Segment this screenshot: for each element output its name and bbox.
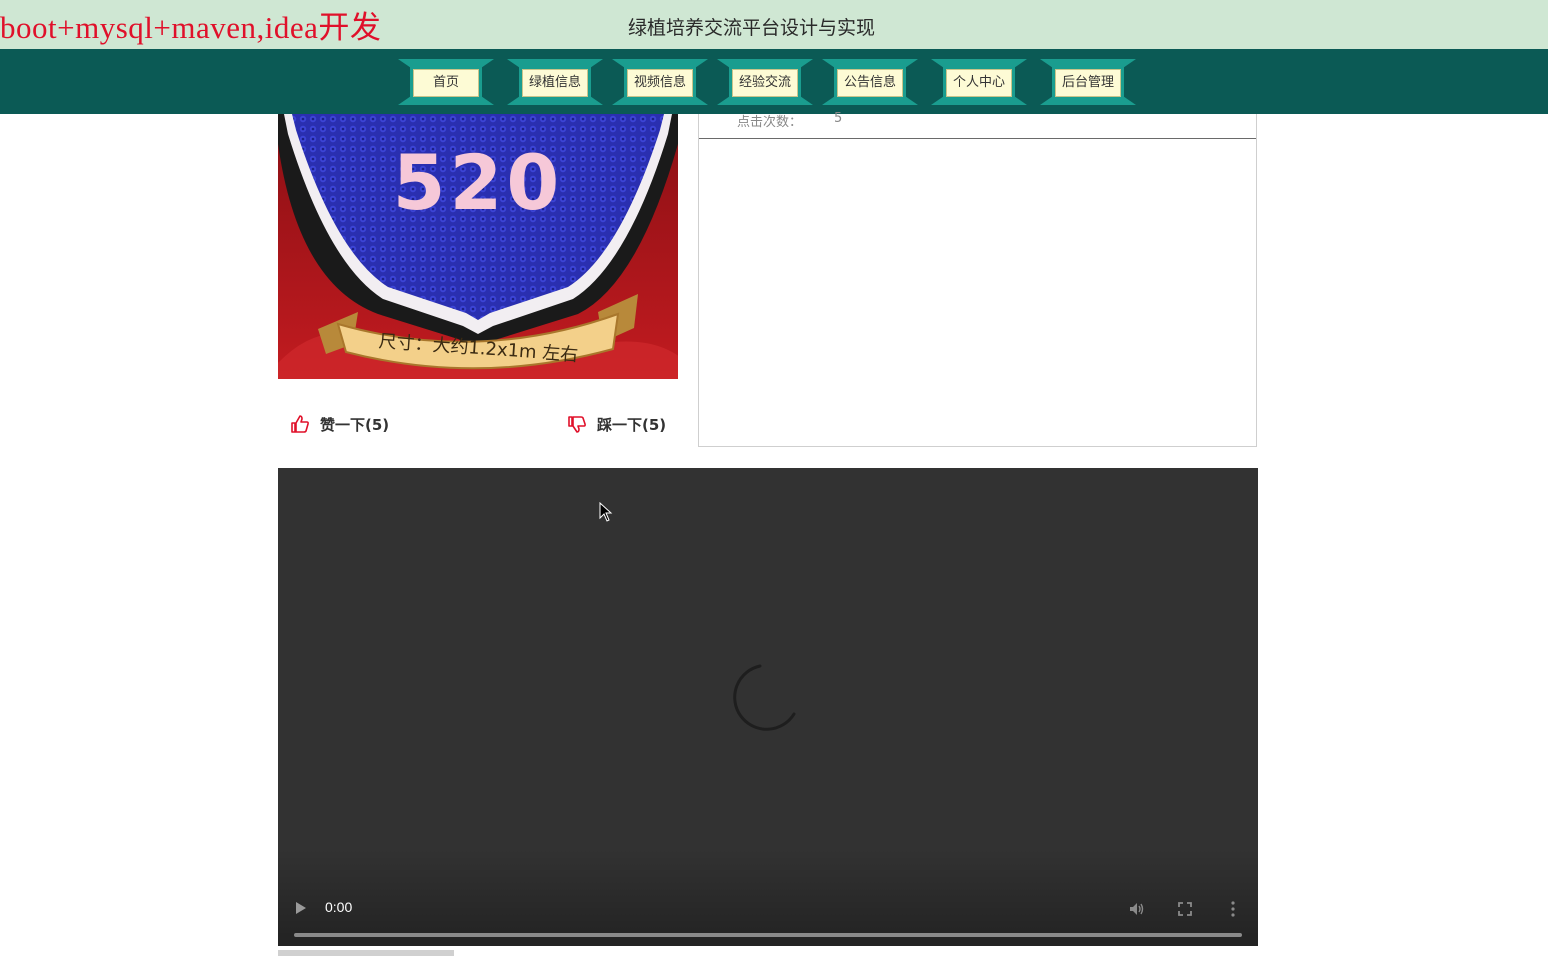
thumbs-up-icon xyxy=(291,415,309,433)
horizontal-scrollbar[interactable] xyxy=(0,946,1548,968)
image-number-text: 520 xyxy=(393,138,564,227)
nav-item-home[interactable]: 首页 xyxy=(398,59,494,105)
like-button[interactable]: 赞一下(5) xyxy=(290,412,389,436)
nav-item-experience[interactable]: 经验交流 xyxy=(717,59,813,105)
video-controls-gradient xyxy=(278,848,1258,958)
nav-item-label: 公告信息 xyxy=(837,69,903,97)
video-player[interactable]: 0:00 xyxy=(278,468,1258,958)
nav-item-plant-info[interactable]: 绿植信息 xyxy=(507,59,603,105)
click-count-value: 5 xyxy=(834,111,843,126)
watermark-text: boot+mysql+maven,idea开发 xyxy=(0,10,382,45)
nav-item-label: 经验交流 xyxy=(732,69,798,97)
nav-item-video-info[interactable]: 视频信息 xyxy=(612,59,708,105)
video-progress-bar[interactable] xyxy=(294,933,1242,937)
nav-item-label: 绿植信息 xyxy=(522,69,588,97)
site-title: 绿植培养交流平台设计与实现 xyxy=(628,17,876,39)
top-bar: boot+mysql+maven,idea开发 绿植培养交流平台设计与实现 xyxy=(0,0,1548,49)
detail-info-panel: 点击次数： 5 xyxy=(698,111,1257,447)
nav-item-announcements[interactable]: 公告信息 xyxy=(822,59,918,105)
dislike-button[interactable]: 踩一下(5) xyxy=(567,412,666,436)
more-options-icon[interactable] xyxy=(1224,900,1242,918)
nav-item-label: 后台管理 xyxy=(1055,69,1121,97)
mouse-cursor-icon xyxy=(599,502,613,522)
nav-item-personal-center[interactable]: 个人中心 xyxy=(931,59,1027,105)
video-time: 0:00 xyxy=(325,899,353,915)
volume-icon[interactable] xyxy=(1128,900,1146,918)
nav-item-admin[interactable]: 后台管理 xyxy=(1040,59,1136,105)
click-count-label: 点击次数： xyxy=(737,115,803,130)
scrollbar-thumb[interactable] xyxy=(278,950,454,956)
nav-item-label: 视频信息 xyxy=(627,69,693,97)
click-count-row: 点击次数： 5 xyxy=(699,111,1256,139)
fullscreen-icon[interactable] xyxy=(1176,900,1194,918)
main-navigation: 首页 绿植信息 视频信息 经验交流 公告信息 个人中心 后台管理 xyxy=(0,49,1548,114)
nav-item-label: 首页 xyxy=(413,69,479,97)
play-icon[interactable] xyxy=(294,900,308,916)
thumbs-down-icon xyxy=(568,416,586,433)
like-label: 赞一下(5) xyxy=(320,415,390,434)
nav-item-label: 个人中心 xyxy=(946,69,1012,97)
loading-spinner-icon xyxy=(733,664,796,731)
dislike-label: 踩一下(5) xyxy=(597,415,667,434)
plant-detail-image: 520 尺寸：大约1.2x1m 左右 xyxy=(278,114,678,379)
plant-image-illustration: 520 尺寸：大约1.2x1m 左右 xyxy=(278,114,678,379)
